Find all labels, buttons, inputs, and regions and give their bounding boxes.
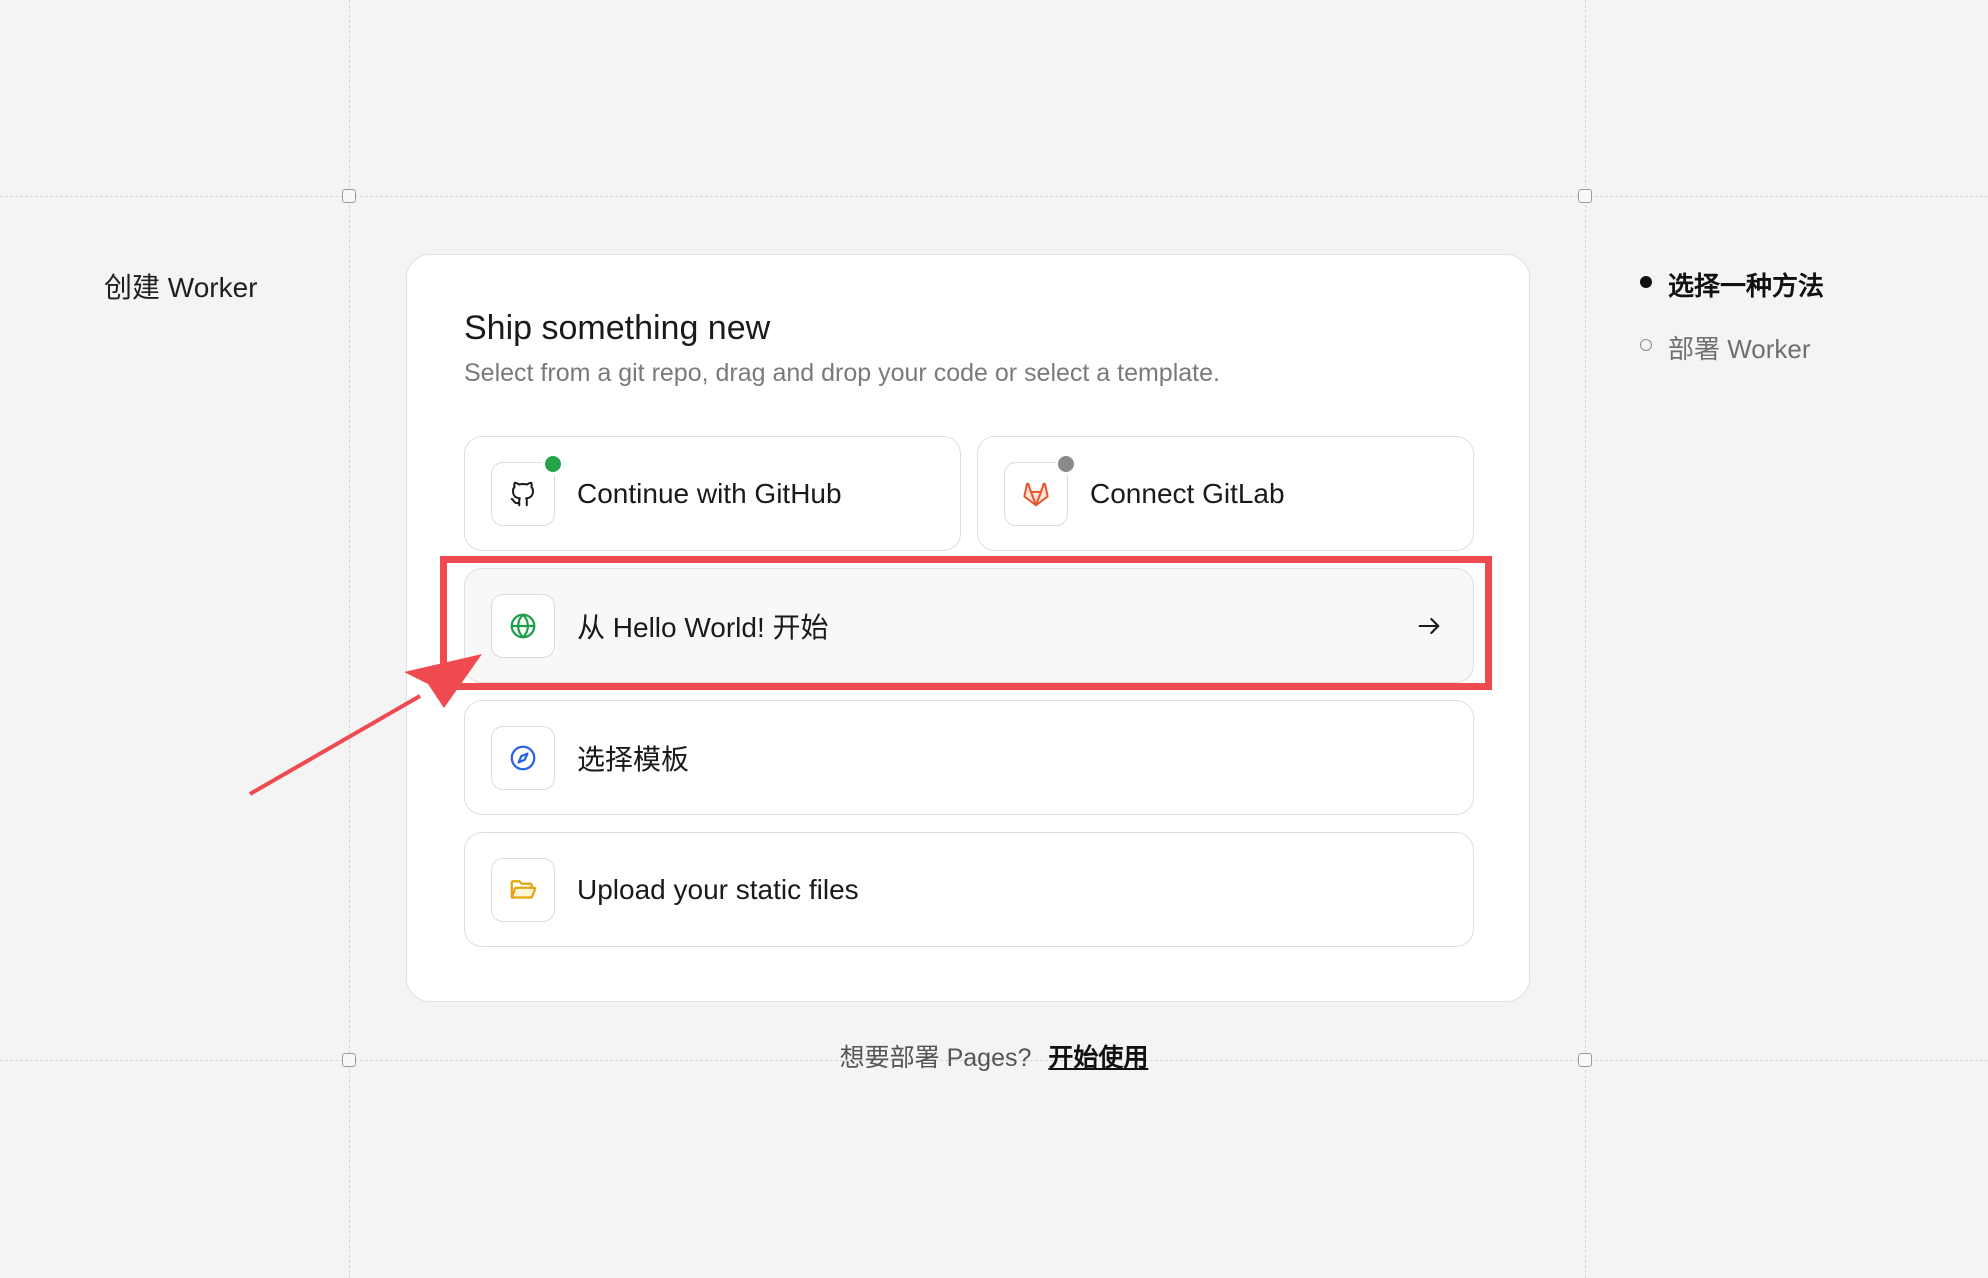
connection-status-dot bbox=[542, 452, 564, 475]
template-option-label: 选择模板 bbox=[577, 743, 690, 775]
step-label: 选择一种方法 bbox=[1668, 271, 1825, 301]
upload-static-files-button[interactable]: Upload your static files bbox=[464, 832, 1474, 947]
select-template-button[interactable]: 选择模板 bbox=[464, 700, 1474, 815]
get-started-link[interactable]: 开始使用 bbox=[1048, 1044, 1148, 1072]
globe-icon bbox=[510, 612, 536, 639]
gitlab-icon-box bbox=[1004, 452, 1077, 526]
card-title: Ship something new bbox=[464, 309, 771, 347]
continue-with-github-button[interactable]: Continue with GitHub bbox=[464, 436, 961, 551]
step-marker-inactive bbox=[1640, 339, 1652, 351]
folder-icon-box bbox=[491, 857, 555, 922]
start-from-hello-world-button[interactable]: 从 Hello World! 开始 bbox=[464, 568, 1474, 683]
footer-prompt: 想要部署 Pages? bbox=[839, 1044, 1032, 1072]
footer: 想要部署 Pages? 开始使用 bbox=[0, 1038, 1988, 1074]
folder-open-icon bbox=[510, 879, 537, 899]
compass-icon bbox=[510, 745, 536, 770]
hello-world-option-label: 从 Hello World! 开始 bbox=[577, 611, 829, 643]
compass-icon-box bbox=[491, 725, 555, 790]
resize-handle[interactable] bbox=[342, 189, 356, 203]
step-label: 部署 Worker bbox=[1668, 334, 1811, 364]
connection-status-dot bbox=[1055, 452, 1077, 475]
github-icon-box bbox=[491, 452, 564, 526]
arrow-right-icon bbox=[1418, 617, 1440, 634]
gitlab-option-label: Connect GitLab bbox=[1090, 477, 1285, 509]
upload-option-label: Upload your static files bbox=[577, 873, 859, 905]
resize-handle[interactable] bbox=[1578, 189, 1592, 203]
step-item: 部署 Worker bbox=[1640, 329, 1824, 392]
create-method-card: Ship something new Select from a git rep… bbox=[406, 254, 1530, 1002]
connect-gitlab-button[interactable]: Connect GitLab bbox=[977, 436, 1474, 551]
step-item: 选择一种方法 bbox=[1640, 266, 1824, 329]
step-marker-active bbox=[1640, 276, 1652, 288]
page-title: 创建 Worker bbox=[104, 272, 258, 303]
github-icon bbox=[510, 481, 534, 506]
steps-list: 选择一种方法 部署 Worker bbox=[1640, 266, 1824, 392]
card-subtitle: Select from a git repo, drag and drop yo… bbox=[464, 359, 1220, 387]
gitlab-icon bbox=[1023, 482, 1049, 506]
globe-icon-box bbox=[491, 593, 555, 658]
layout-guide-horizontal bbox=[0, 196, 1988, 197]
github-option-label: Continue with GitHub bbox=[577, 477, 842, 509]
